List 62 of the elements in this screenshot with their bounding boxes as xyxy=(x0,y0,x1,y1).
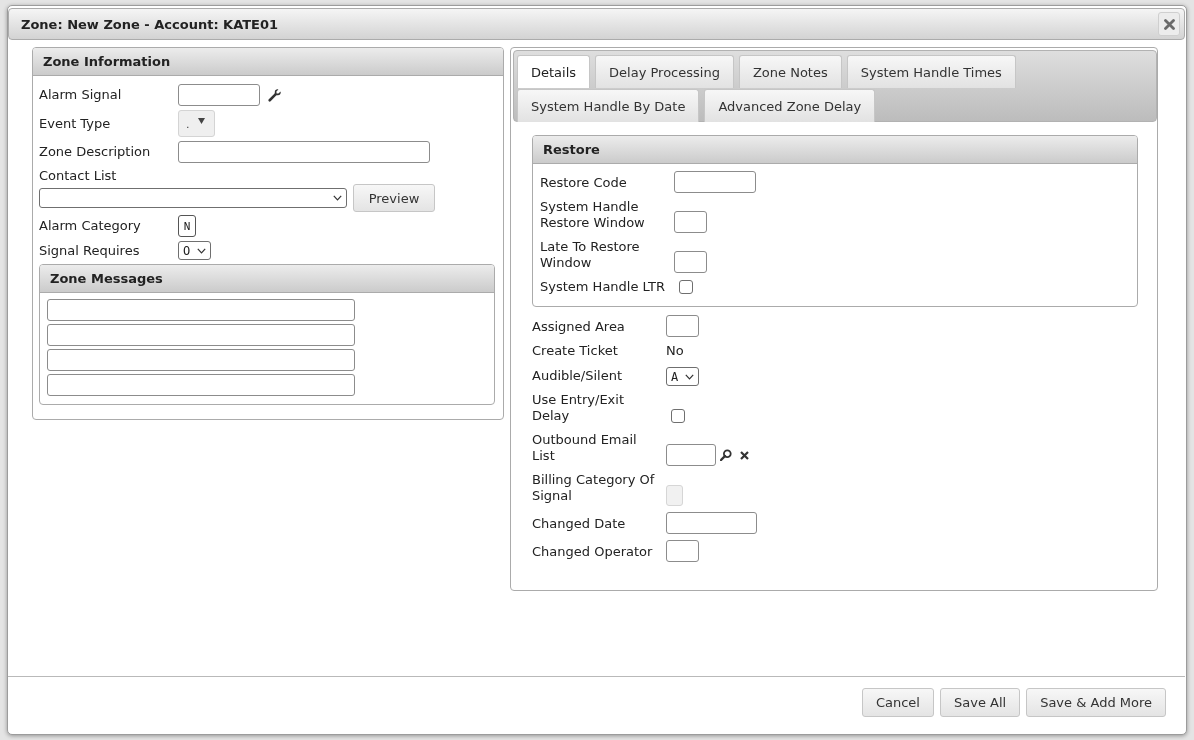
panel-header: Zone Information xyxy=(33,48,503,76)
field-label: Changed Date xyxy=(532,516,627,533)
input-field[interactable] xyxy=(47,299,355,321)
preview-button[interactable]: Preview xyxy=(353,184,435,212)
caret-icon xyxy=(198,118,205,124)
chevron-down-icon xyxy=(197,247,206,254)
tab[interactable]: Delay Processing xyxy=(595,55,734,88)
field-label: Use Entry/Exit Delay xyxy=(532,392,625,425)
save-all-button[interactable]: Save All xyxy=(940,688,1021,717)
field-label: Outbound Email List xyxy=(532,432,638,465)
field-label: Restore Code xyxy=(540,175,628,192)
field-label: Zone Description xyxy=(39,144,152,160)
field-label: Billing Category Of Signal xyxy=(532,472,656,505)
tab[interactable]: System Handle By Date xyxy=(517,89,700,122)
field-label: Late To Restore Window xyxy=(540,239,641,272)
field-label: System Handle Restore Window xyxy=(540,199,646,232)
input-field[interactable] xyxy=(666,540,699,562)
save-and-add-more-button[interactable]: Save & Add More xyxy=(1026,688,1166,717)
close-button[interactable] xyxy=(1158,12,1180,36)
input-field[interactable] xyxy=(666,512,757,534)
select-field[interactable] xyxy=(39,188,347,208)
search-icon[interactable] xyxy=(720,449,732,461)
field-label: Alarm Category xyxy=(39,218,142,234)
input-field[interactable] xyxy=(47,374,355,396)
window-title: Zone: New Zone - Account: KATE01 xyxy=(21,16,279,32)
panel-header: Restore xyxy=(533,136,1137,164)
field-label: Alarm Signal xyxy=(39,87,123,103)
field-value: No xyxy=(666,343,684,360)
field-label: Signal Requires xyxy=(39,242,141,259)
chevron-down-icon xyxy=(333,195,342,201)
field-label: Event Type xyxy=(39,115,112,132)
panel-header: Zone Messages xyxy=(40,265,494,293)
input-field[interactable] xyxy=(666,444,716,466)
field-label: Changed Operator xyxy=(532,544,654,561)
input-field[interactable] xyxy=(47,324,355,346)
tab[interactable]: Advanced Zone Delay xyxy=(704,89,876,122)
input-field[interactable]: N xyxy=(178,215,196,237)
checkbox[interactable] xyxy=(679,280,693,294)
input-field[interactable] xyxy=(674,171,756,193)
close-icon xyxy=(1163,18,1175,30)
close-icon[interactable] xyxy=(740,451,749,460)
input-field[interactable] xyxy=(674,251,707,273)
input-field[interactable] xyxy=(47,349,355,371)
input-field[interactable] xyxy=(674,211,707,233)
checkbox[interactable] xyxy=(671,409,685,423)
field-label: Create Ticket xyxy=(532,343,619,360)
input-field[interactable] xyxy=(178,141,430,163)
input-field[interactable] xyxy=(178,84,260,106)
tab[interactable]: System Handle Times xyxy=(846,55,1016,88)
tab[interactable]: Zone Notes xyxy=(738,55,842,88)
chevron-down-icon xyxy=(685,373,694,380)
select-field[interactable]: A xyxy=(666,367,699,386)
field-label: Contact List xyxy=(39,168,118,184)
field-label: Audible/Silent xyxy=(532,368,624,385)
tab[interactable]: Details xyxy=(517,55,591,88)
event-type-dropdown[interactable]: . xyxy=(178,110,215,137)
input-field[interactable] xyxy=(666,315,699,337)
field-label: Assigned Area xyxy=(532,319,626,336)
field-label: System Handle LTR xyxy=(540,279,666,296)
select-field[interactable]: O xyxy=(178,241,211,260)
wrench-icon[interactable] xyxy=(268,88,281,102)
cancel-button[interactable]: Cancel xyxy=(861,688,934,717)
